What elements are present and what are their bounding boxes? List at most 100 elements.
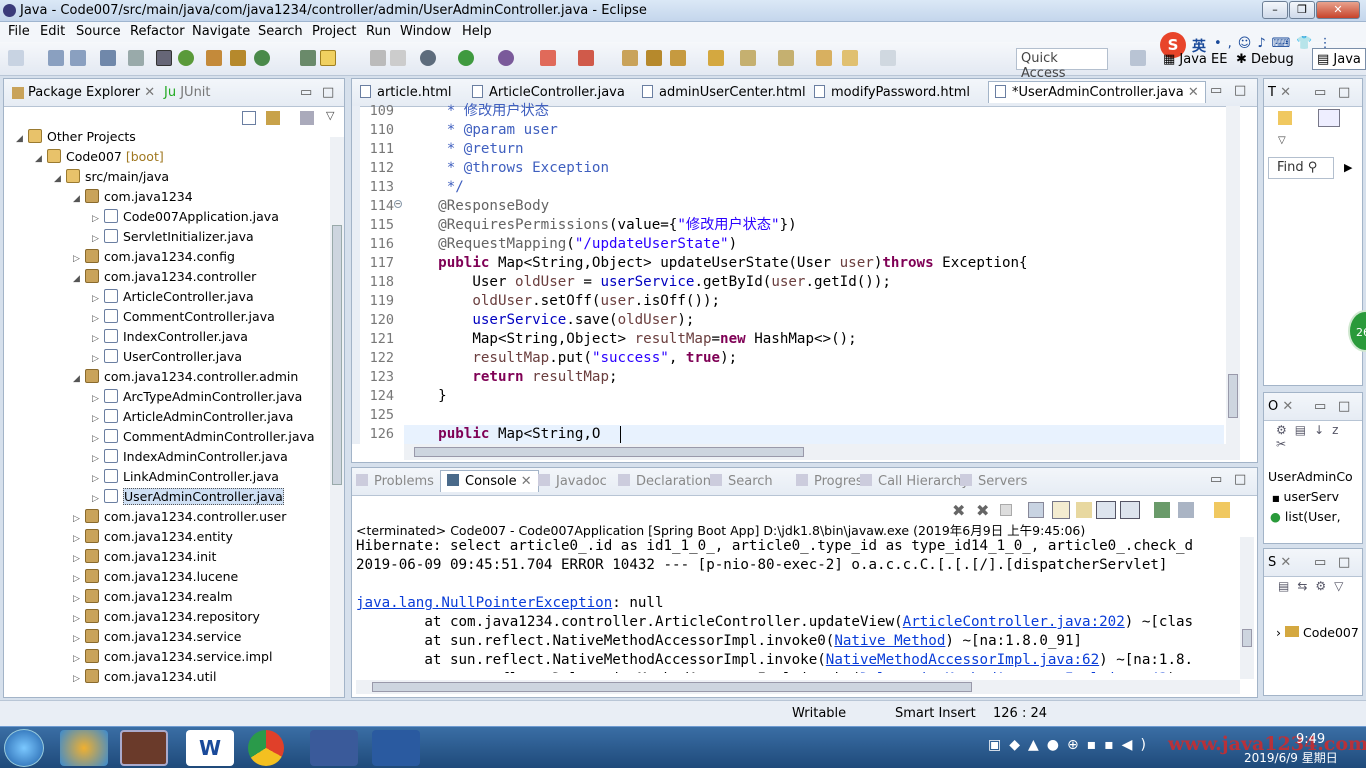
- collapsed-twisty-icon[interactable]: ▷: [92, 309, 104, 329]
- menu-edit[interactable]: Edit: [40, 24, 65, 39]
- last-edit-icon[interactable]: [816, 50, 832, 66]
- tray-icons[interactable]: ▣◆▲●⊕▪▪◀): [988, 737, 1178, 757]
- tree-item[interactable]: ▷ UserController.java: [92, 347, 242, 367]
- open-console-icon[interactable]: [1214, 502, 1230, 518]
- task-find-input[interactable]: Find ⚲: [1268, 157, 1334, 179]
- find-arrow-icon[interactable]: ▶: [1344, 161, 1352, 174]
- tree-item[interactable]: ▷ IndexAdminController.java: [92, 447, 288, 467]
- collapsed-twisty-icon[interactable]: ▷: [92, 409, 104, 429]
- start-button[interactable]: [4, 729, 44, 767]
- code-line[interactable]: public Map<String,Object> updateUserStat…: [404, 254, 1027, 273]
- code-line[interactable]: userService.save(oldUser);: [404, 311, 694, 330]
- save-all-icon[interactable]: [70, 50, 86, 66]
- menu-window[interactable]: Window: [400, 24, 451, 39]
- display-console-icon[interactable]: [1178, 502, 1194, 518]
- folder-icon[interactable]: [708, 50, 724, 66]
- taskbar-chat-icon[interactable]: [372, 730, 420, 766]
- code-line[interactable]: */: [404, 178, 464, 197]
- highlight-icon[interactable]: [320, 50, 336, 66]
- tree-item[interactable]: ◢ com.java1234.controller: [73, 267, 256, 287]
- pin-console-icon[interactable]: [1154, 502, 1170, 518]
- menu-run[interactable]: Run: [366, 24, 391, 39]
- taskbar-chrome-icon[interactable]: [248, 730, 284, 766]
- remove-launch-icon[interactable]: ✖: [952, 501, 965, 520]
- editor-hscroll[interactable]: [404, 444, 1240, 460]
- collapsed-twisty-icon[interactable]: ▷: [73, 609, 85, 629]
- tab-outline[interactable]: O ✕: [1268, 399, 1293, 414]
- collapsed-twisty-icon[interactable]: ▷: [92, 229, 104, 249]
- tab-servers-side[interactable]: S ✕: [1268, 555, 1291, 570]
- code-line[interactable]: * 修改用户状态: [404, 102, 549, 121]
- code-line[interactable]: @RequestMapping("/updateUserState"): [404, 235, 737, 254]
- collapsed-twisty-icon[interactable]: ▷: [92, 389, 104, 409]
- minimize-button[interactable]: –: [1262, 1, 1288, 19]
- tree-item[interactable]: ▷ Code007Application.java: [92, 207, 279, 227]
- menu-source[interactable]: Source: [76, 24, 121, 39]
- tree-item[interactable]: ▷ LinkAdminController.java: [92, 467, 279, 487]
- show-on-out-icon[interactable]: [1096, 501, 1116, 519]
- external-tools-icon[interactable]: [578, 50, 594, 66]
- collapsed-twisty-icon[interactable]: ▷: [92, 209, 104, 229]
- console-scroll-thumb[interactable]: [1242, 629, 1252, 647]
- collapsed-twisty-icon[interactable]: ▷: [73, 249, 85, 269]
- block-icon[interactable]: [370, 50, 386, 66]
- bottom-tab-console[interactable]: Console ✕: [440, 470, 539, 492]
- perspective-java[interactable]: ▤ Java: [1312, 48, 1366, 70]
- tree-scroll-thumb[interactable]: [332, 225, 342, 485]
- globe-icon[interactable]: [178, 50, 194, 66]
- fold-marker-icon[interactable]: −: [394, 200, 402, 208]
- close-button[interactable]: ✕: [1316, 1, 1360, 19]
- console-maximize-button[interactable]: □: [1234, 472, 1246, 487]
- editor-tab[interactable]: article.html: [360, 85, 452, 100]
- tree-item[interactable]: ▷ IndexController.java: [92, 327, 248, 347]
- tab-task-list[interactable]: T ✕: [1268, 85, 1291, 100]
- task-maximize-button[interactable]: □: [1338, 85, 1350, 100]
- editor-maximize-button[interactable]: □: [1234, 83, 1246, 98]
- collapsed-twisty-icon[interactable]: ▷: [73, 649, 85, 669]
- code-line[interactable]: }: [404, 387, 447, 406]
- tree-item[interactable]: ◢ src/main/java: [54, 167, 169, 187]
- task-minimize-button[interactable]: ▭: [1314, 85, 1326, 100]
- collapsed-twisty-icon[interactable]: ▷: [73, 549, 85, 569]
- collapsed-twisty-icon[interactable]: ▷: [92, 289, 104, 309]
- mark-icon[interactable]: [156, 50, 172, 66]
- tree-item[interactable]: ▷ UserAdminController.java: [92, 487, 284, 507]
- tree-item[interactable]: ▷ com.java1234.service: [73, 627, 241, 647]
- bottom-tab-declaration[interactable]: Declaration: [618, 474, 711, 489]
- task-view-menu-icon[interactable]: ▽: [1278, 135, 1286, 146]
- editor-tab[interactable]: *UserAdminController.java ✕: [988, 81, 1206, 103]
- open-task-icon[interactable]: [646, 50, 662, 66]
- console-vscroll[interactable]: [1240, 537, 1254, 679]
- editor-hscroll-thumb[interactable]: [414, 447, 804, 457]
- servers-tools[interactable]: ▤⇆⚙▽: [1278, 579, 1358, 595]
- tree-item[interactable]: ▷ com.java1234.config: [73, 247, 235, 267]
- tree-item[interactable]: ◢ com.java1234: [73, 187, 193, 207]
- code-line[interactable]: * @return: [404, 140, 524, 159]
- close-console-icon[interactable]: ✕: [517, 474, 532, 489]
- perspective-java-ee[interactable]: ▦ Java EE: [1163, 52, 1227, 67]
- console-hscroll-thumb[interactable]: [372, 682, 972, 692]
- tree-item[interactable]: ▷ CommentController.java: [92, 307, 275, 327]
- tree-item[interactable]: ▷ com.java1234.controller.user: [73, 507, 286, 527]
- open-perspective-icon[interactable]: [1130, 50, 1146, 66]
- collapsed-twisty-icon[interactable]: ▷: [92, 329, 104, 349]
- taskbar-mysql-icon[interactable]: [310, 730, 358, 766]
- menu-help[interactable]: Help: [462, 24, 492, 39]
- tree-item[interactable]: ▷ com.java1234.service.impl: [73, 647, 272, 667]
- forward-icon[interactable]: [880, 50, 896, 66]
- outline-item-field[interactable]: ■ userServ: [1272, 489, 1339, 504]
- code-line[interactable]: * @throws Exception: [404, 159, 609, 178]
- stacktrace-link[interactable]: NativeMethodAccessorImpl.java:62: [826, 652, 1099, 668]
- collapsed-twisty-icon[interactable]: ▷: [73, 669, 85, 689]
- print-icon[interactable]: [100, 50, 116, 66]
- taskbar-app-icon[interactable]: [60, 730, 108, 766]
- run-icon[interactable]: [458, 50, 474, 66]
- editor-tab[interactable]: ArticleController.java: [472, 85, 625, 100]
- back-icon[interactable]: [842, 50, 858, 66]
- outline-item-class[interactable]: UserAdminCo: [1268, 469, 1353, 484]
- tree-item[interactable]: ▷ com.java1234.lucene: [73, 567, 238, 587]
- bottom-tab-call-hierarchy[interactable]: Call Hierarchy: [860, 474, 969, 489]
- stacktrace-link[interactable]: ArticleController.java:202: [903, 614, 1125, 630]
- outline-maximize-button[interactable]: □: [1338, 399, 1350, 414]
- servers-item[interactable]: › Code007: [1276, 625, 1359, 640]
